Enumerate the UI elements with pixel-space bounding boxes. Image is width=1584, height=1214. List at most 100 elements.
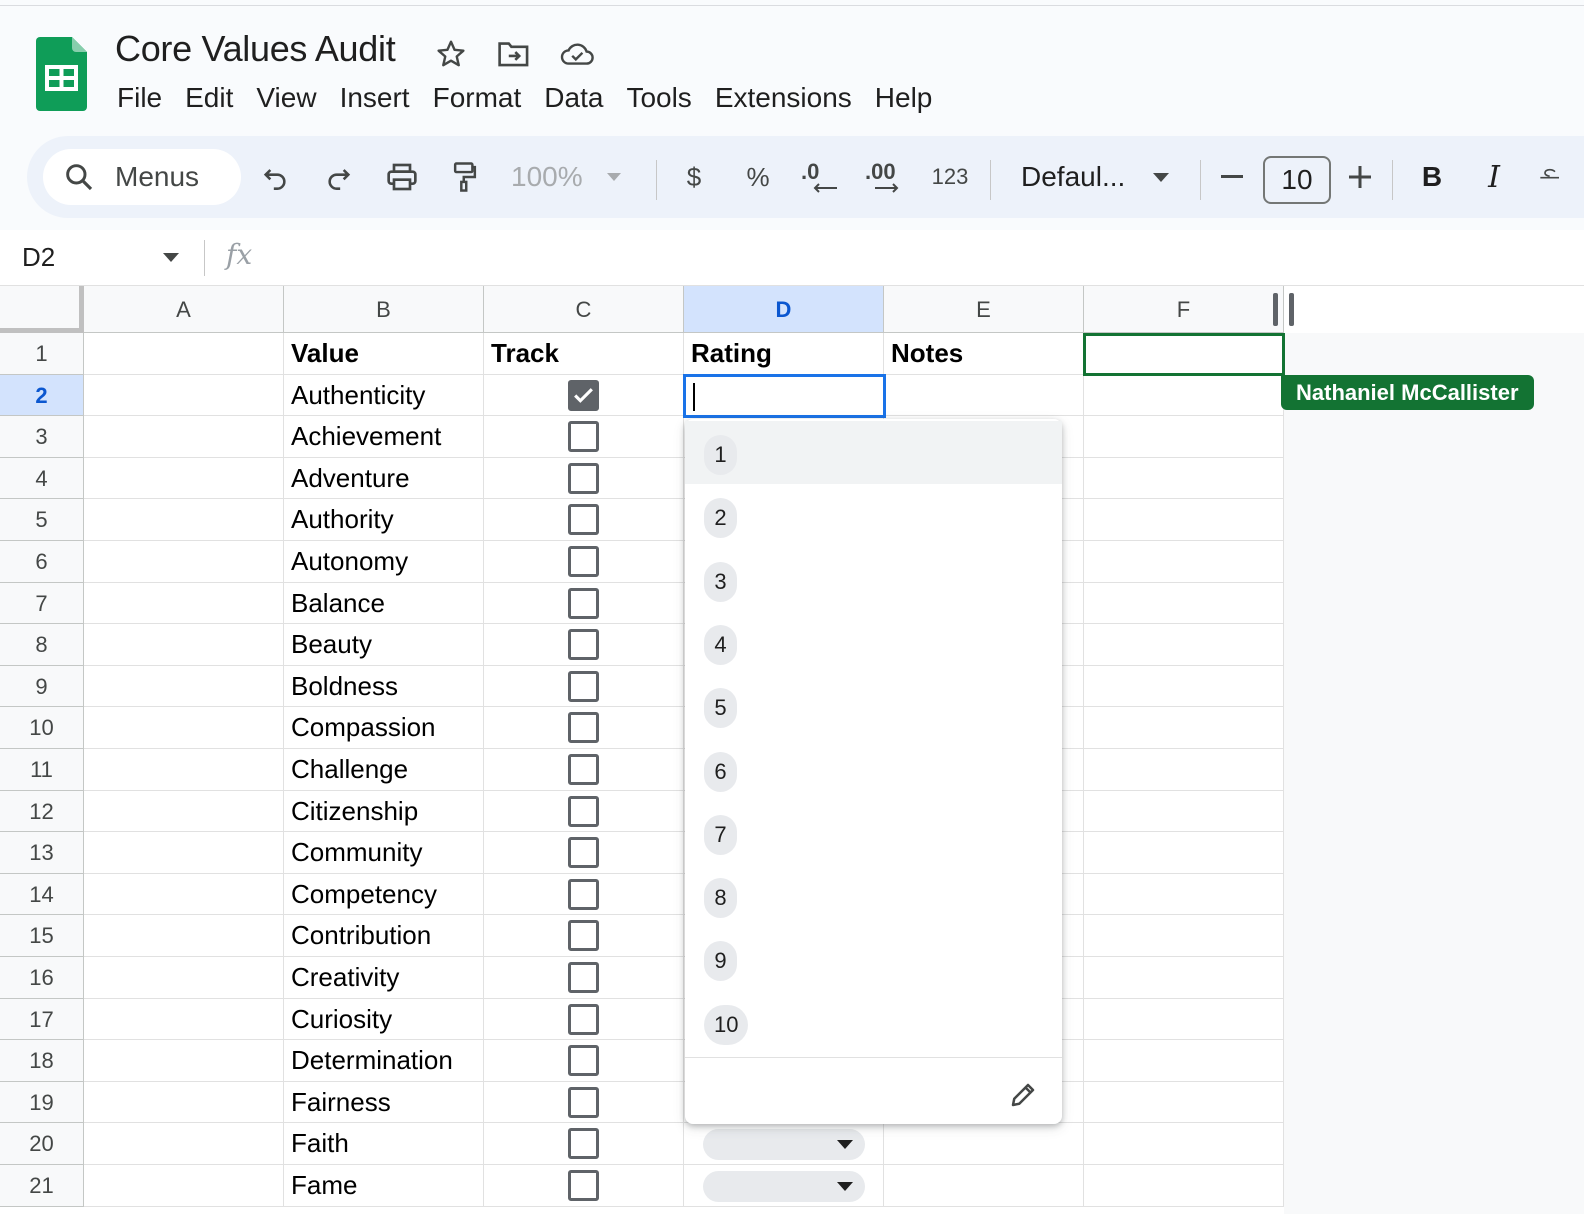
row-header[interactable]: 5	[0, 499, 84, 541]
track-checkbox[interactable]	[568, 795, 599, 827]
value-cell[interactable]: Curiosity	[284, 998, 484, 1041]
cell[interactable]	[1084, 749, 1284, 791]
menu-tools[interactable]: Tools	[616, 78, 701, 118]
track-checkbox[interactable]	[568, 421, 599, 453]
value-cell[interactable]: Fame	[284, 1165, 484, 1207]
value-cell[interactable]: Community	[284, 832, 484, 874]
track-checkbox[interactable]	[568, 1003, 599, 1035]
cell[interactable]	[84, 915, 284, 957]
row-header[interactable]: 2	[0, 374, 84, 417]
cell[interactable]	[84, 749, 284, 791]
menu-insert[interactable]: Insert	[330, 78, 420, 118]
cell[interactable]	[84, 998, 284, 1041]
cell[interactable]	[84, 1165, 284, 1207]
row-header[interactable]: 4	[0, 457, 84, 500]
value-cell[interactable]: Authenticity	[284, 374, 484, 417]
track-checkbox[interactable]	[568, 837, 599, 869]
value-cell[interactable]: Faith	[284, 1123, 484, 1165]
value-cell[interactable]: Fairness	[284, 1081, 484, 1124]
zoom-select[interactable]: 100%	[511, 154, 621, 200]
active-cell-editor[interactable]	[683, 374, 886, 418]
column-header-a[interactable]: A	[84, 286, 284, 333]
number-format-button[interactable]: 123	[927, 154, 973, 200]
row-header[interactable]: 8	[0, 624, 84, 666]
cell[interactable]	[84, 624, 284, 666]
cell[interactable]	[1084, 790, 1284, 833]
track-checkbox[interactable]	[568, 1128, 599, 1160]
menu-help[interactable]: Help	[865, 78, 943, 118]
cell[interactable]	[1084, 998, 1284, 1041]
freeze-handle[interactable]	[1289, 293, 1294, 326]
dropdown-option[interactable]: 3	[685, 548, 1062, 611]
currency-format-button[interactable]: $	[679, 154, 709, 200]
track-checkbox[interactable]	[568, 504, 599, 536]
value-cell[interactable]: Authority	[284, 499, 484, 541]
column-header-f[interactable]: F	[1084, 286, 1284, 333]
menu-data[interactable]: Data	[534, 78, 613, 118]
row-header[interactable]: 7	[0, 582, 84, 625]
select-all-corner[interactable]	[0, 286, 84, 333]
row-header[interactable]: 13	[0, 832, 84, 874]
track-checkbox[interactable]	[568, 462, 599, 494]
edit-pencil-icon[interactable]	[1003, 1075, 1043, 1115]
row-header[interactable]: 18	[0, 1040, 84, 1082]
track-checkbox[interactable]	[568, 878, 599, 910]
track-checkbox[interactable]	[568, 587, 599, 619]
cell[interactable]	[84, 333, 284, 375]
track-checkbox[interactable]	[568, 379, 599, 411]
italic-button[interactable]: I	[1479, 154, 1509, 200]
name-box[interactable]: D2	[22, 242, 55, 273]
dropdown-option[interactable]: 1	[685, 421, 1062, 484]
strikethrough-icon[interactable]	[1539, 154, 1559, 200]
cell[interactable]	[884, 374, 1084, 417]
value-cell[interactable]: Challenge	[284, 749, 484, 791]
track-checkbox[interactable]	[568, 754, 599, 785]
dropdown-option[interactable]: 9	[685, 927, 1062, 990]
row-header[interactable]: 20	[0, 1123, 84, 1165]
cell[interactable]	[84, 665, 284, 708]
row-header[interactable]: 6	[0, 541, 84, 583]
value-cell[interactable]: Competency	[284, 873, 484, 916]
cell[interactable]	[84, 541, 284, 583]
row-header[interactable]: 1	[0, 333, 84, 375]
row-header[interactable]: 16	[0, 957, 84, 999]
track-checkbox[interactable]	[568, 962, 599, 993]
bold-button[interactable]: B	[1417, 154, 1447, 200]
cell[interactable]	[84, 873, 284, 916]
cell[interactable]	[1084, 374, 1284, 417]
cell[interactable]	[84, 499, 284, 541]
sheets-logo-icon[interactable]	[36, 37, 87, 111]
cell[interactable]	[84, 582, 284, 625]
increase-decimal-button[interactable]: .00	[865, 154, 909, 200]
cell[interactable]	[1084, 541, 1284, 583]
decrease-decimal-button[interactable]: .0	[801, 154, 841, 200]
cell[interactable]	[1084, 957, 1284, 999]
cloud-saved-icon[interactable]	[559, 36, 595, 72]
cell[interactable]	[1084, 707, 1284, 749]
menu-format[interactable]: Format	[423, 78, 532, 118]
dropdown-option[interactable]: 8	[685, 864, 1062, 927]
font-family-select[interactable]: Defaul...	[1021, 154, 1181, 200]
print-icon[interactable]	[381, 154, 423, 200]
track-checkbox[interactable]	[568, 1170, 599, 1201]
cell[interactable]	[1084, 915, 1284, 957]
cell[interactable]	[84, 1123, 284, 1165]
cell[interactable]	[84, 1040, 284, 1082]
column-header-d[interactable]: D	[684, 286, 884, 333]
menu-view[interactable]: View	[246, 78, 326, 118]
cell[interactable]	[84, 416, 284, 458]
cell[interactable]	[1084, 624, 1284, 666]
rating-chip-dropdown[interactable]	[703, 1129, 865, 1161]
cell[interactable]	[884, 1165, 1084, 1207]
menus-search[interactable]: Menus	[43, 149, 241, 205]
row-header[interactable]: 21	[0, 1165, 84, 1207]
row-header[interactable]: 12	[0, 790, 84, 833]
cell[interactable]	[84, 957, 284, 999]
row-header[interactable]: 11	[0, 749, 84, 791]
header-cell[interactable]: Value	[284, 333, 484, 375]
cell[interactable]	[84, 832, 284, 874]
value-cell[interactable]: Balance	[284, 582, 484, 625]
header-cell[interactable]: Track	[484, 333, 684, 375]
menu-extensions[interactable]: Extensions	[705, 78, 862, 118]
cell[interactable]	[884, 1123, 1084, 1165]
